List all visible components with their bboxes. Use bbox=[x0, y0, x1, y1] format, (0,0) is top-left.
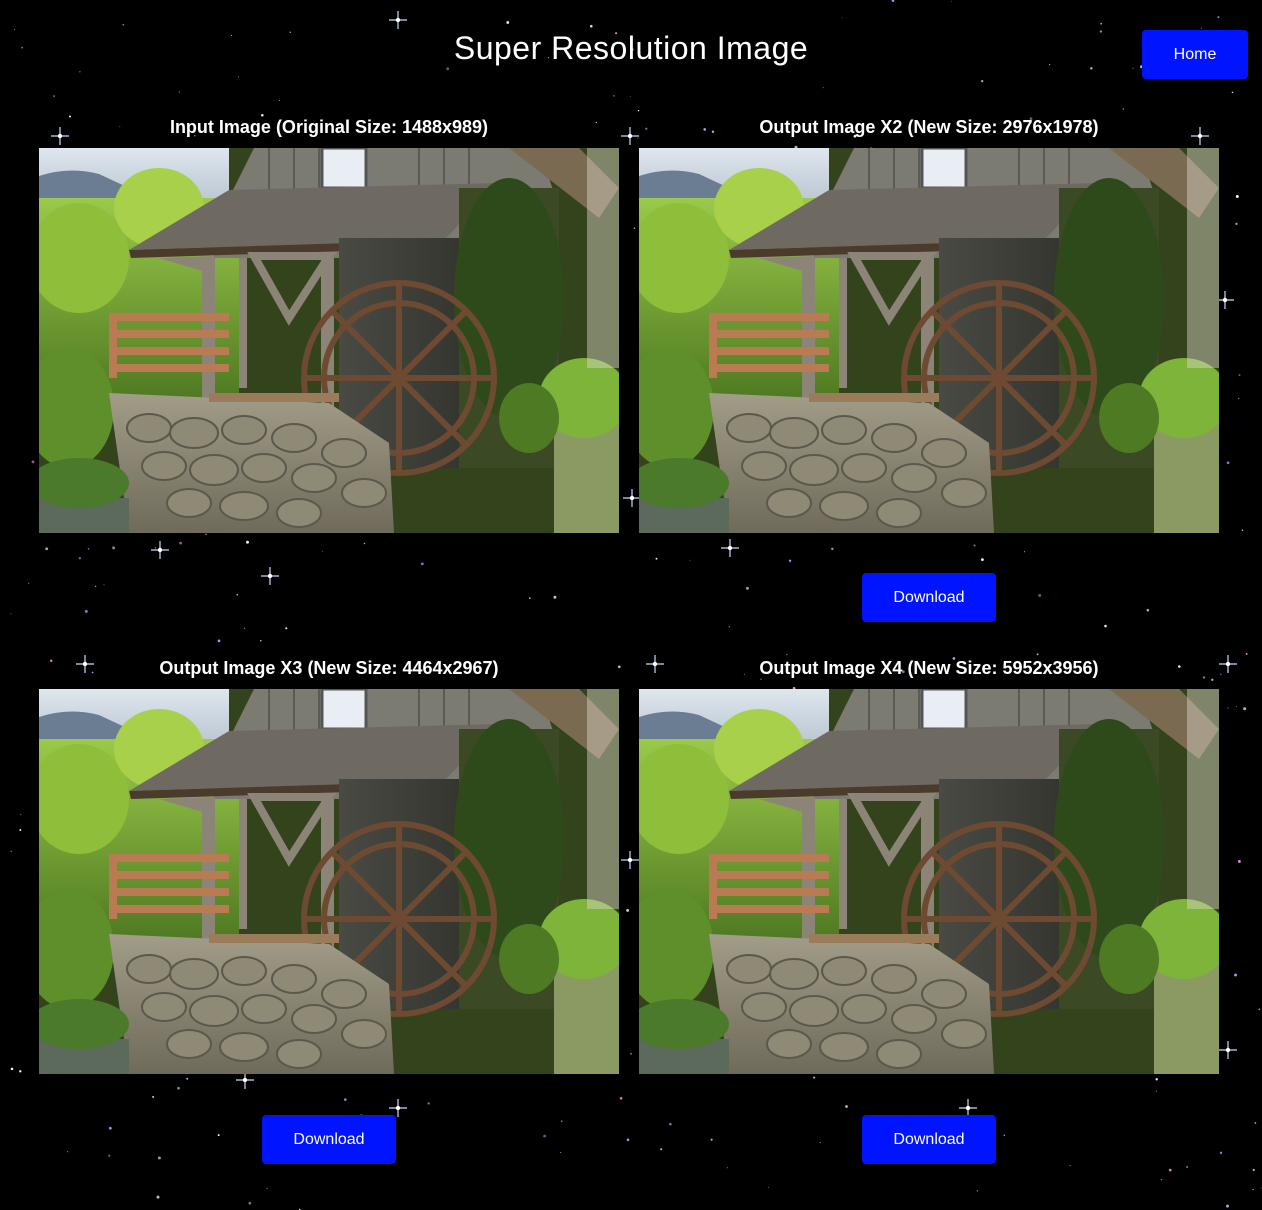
download-x3-button[interactable]: Download bbox=[262, 1115, 396, 1164]
output-x4-panel: Output Image X4 (New Size: 5952x3956) bbox=[639, 657, 1219, 1074]
output-x2-panel: Output Image X2 (New Size: 2976x1978) bbox=[639, 116, 1219, 533]
sparkle-star bbox=[721, 539, 739, 557]
input-image bbox=[39, 148, 619, 533]
sparkle-star bbox=[621, 851, 639, 869]
output-x3-caption: Output Image X3 (New Size: 4464x2967) bbox=[159, 658, 499, 678]
page-title: Super Resolution Image bbox=[453, 30, 809, 66]
sparkle-star bbox=[389, 11, 407, 29]
input-image-panel: Input Image (Original Size: 1488x989) bbox=[39, 116, 619, 533]
sparkle-star bbox=[261, 567, 279, 585]
download-x2-button[interactable]: Download bbox=[862, 573, 996, 622]
output-x4-caption: Output Image X4 (New Size: 5952x3956) bbox=[759, 658, 1099, 678]
output-x2-image bbox=[639, 148, 1219, 533]
output-x2-caption: Output Image X2 (New Size: 2976x1978) bbox=[759, 117, 1099, 137]
output-x3-panel: Output Image X3 (New Size: 4464x2967) bbox=[39, 657, 619, 1074]
sparkle-star bbox=[1219, 1041, 1237, 1059]
output-x3-image bbox=[39, 689, 619, 1074]
download-x4-button[interactable]: Download bbox=[862, 1115, 996, 1164]
sparkle-star bbox=[621, 127, 639, 145]
output-x4-image bbox=[639, 689, 1219, 1074]
home-button[interactable]: Home bbox=[1142, 30, 1248, 79]
input-image-caption: Input Image (Original Size: 1488x989) bbox=[169, 117, 489, 137]
sparkle-star bbox=[1219, 655, 1237, 673]
sparkle-star bbox=[151, 541, 169, 559]
